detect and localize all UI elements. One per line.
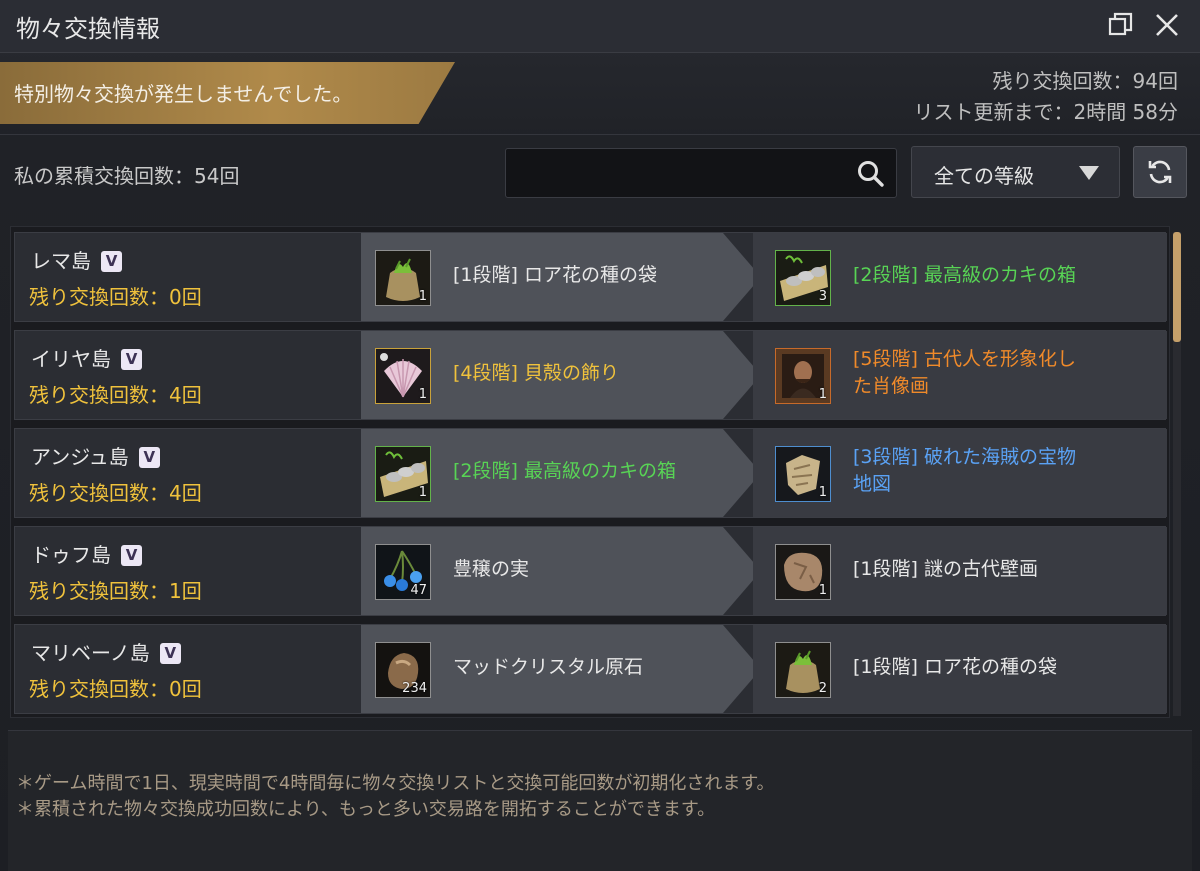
exchange-stats: 残り交換回数：94回 リスト更新まで：2時間 58分 (913, 66, 1178, 128)
mural-stone-icon[interactable]: 1 (775, 544, 831, 600)
search-input[interactable] (505, 148, 897, 198)
trade-pair[interactable]: 1 [4段階] 貝殻の飾り 1 [5段階] 古代人を形象化し た肖像画 (361, 331, 1167, 419)
item-quantity: 1 (418, 485, 427, 500)
island-name: マリベーノ島 V (31, 637, 181, 666)
window-title: 物々交換情報 (16, 15, 160, 43)
scrollbar-thumb[interactable] (1173, 232, 1181, 342)
v-badge-icon: V (121, 349, 142, 370)
shell-ornament-icon[interactable]: 1 (375, 348, 431, 404)
restore-window-icon[interactable] (1103, 8, 1137, 42)
get-item-name: [1段階] ロア花の種の袋 (853, 656, 1057, 678)
accumulated-exchanges: 私の累積交換回数：54回 (14, 164, 240, 188)
notes-panel: ＊ゲーム時間で1日、現実時間で4時間毎に物々交換リストと交換可能回数が初期化され… (8, 730, 1192, 871)
item-quantity: 47 (410, 583, 427, 598)
grade-filter-label: 全ての等級 (934, 164, 1034, 188)
barter-row[interactable]: イリヤ島 V 残り交換回数：4回 1 [4段階] 貝殻の飾り 1 [5段階] 古代… (14, 330, 1167, 420)
island-remaining: 残り交換回数：0回 (29, 677, 202, 701)
oyster-box-icon[interactable]: 3 (775, 250, 831, 306)
barter-row[interactable]: アンジュ島 V 残り交換回数：4回 1 [2段階] 最高級のカキの箱 1 [3段階… (14, 428, 1167, 518)
barter-row[interactable]: レマ島 V 残り交換回数：0回 1 [1段階] ロア花の種の袋 3 [2段階] 最… (14, 232, 1167, 322)
barter-row[interactable]: ドゥフ島 V 残り交換回数：1回 47 豊穣の実 1 [1段階] 謎の古代壁画 (14, 526, 1167, 616)
island-name: ドゥフ島 V (31, 539, 142, 568)
give-item-name: [1段階] ロア花の種の袋 (453, 264, 657, 286)
island-remaining: 残り交換回数：1回 (29, 579, 202, 603)
barter-info-window: 物々交換情報 特別物々交換が発生しませんでした。 残り交換回数：94回 リスト更… (0, 0, 1200, 871)
item-quantity: 1 (418, 289, 427, 304)
item-quantity: 1 (818, 583, 827, 598)
get-item-name: [5段階] 古代人を形象化し た肖像画 (853, 348, 1076, 397)
treasure-map-icon[interactable]: 1 (775, 446, 831, 502)
give-item-name: 豊穣の実 (453, 558, 530, 580)
v-badge-icon: V (159, 643, 181, 664)
barter-row[interactable]: マリベーノ島 V 残り交換回数：0回 234 マッドクリスタル原石 2 [1段階]… (14, 624, 1167, 714)
list-scrollbar[interactable] (1173, 232, 1181, 716)
list-refresh-timer: リスト更新まで：2時間 58分 (913, 100, 1178, 124)
island-name: イリヤ島 V (31, 343, 142, 372)
v-badge-icon: V (138, 447, 160, 468)
search-icon[interactable] (856, 159, 886, 189)
trade-pair[interactable]: 234 マッドクリスタル原石 2 [1段階] ロア花の種の袋 (361, 625, 1167, 713)
item-quantity: 2 (818, 681, 827, 696)
refresh-icon (1148, 160, 1172, 184)
get-item-name: [3段階] 破れた海賊の宝物 地図 (853, 446, 1076, 495)
give-item-name: [4段階] 貝殻の飾り (453, 362, 619, 384)
special-barter-banner: 特別物々交換が発生しませんでした。 (0, 62, 455, 124)
refresh-button[interactable] (1133, 146, 1187, 198)
grade-filter-dropdown[interactable]: 全ての等級 (911, 146, 1120, 198)
note-line: ＊累積された物々交換成功回数により、もっと多い交易路を開拓することができます。 (16, 799, 716, 820)
v-badge-icon: V (121, 545, 142, 566)
crystal-ore-icon[interactable]: 234 (375, 642, 431, 698)
give-item-name: [2段階] 最高級のカキの箱 (453, 460, 676, 482)
chevron-down-icon (1079, 166, 1099, 180)
island-remaining: 残り交換回数：4回 (29, 481, 202, 505)
island-remaining: 残り交換回数：0回 (29, 285, 202, 309)
oyster-box-icon[interactable]: 1 (375, 446, 431, 502)
fruit-icon[interactable]: 47 (375, 544, 431, 600)
trade-pair[interactable]: 1 [1段階] ロア花の種の袋 3 [2段階] 最高級のカキの箱 (361, 233, 1167, 321)
island-name: アンジュ島 V (31, 441, 160, 470)
note-line: ＊ゲーム時間で1日、現実時間で4時間毎に物々交換リストと交換可能回数が初期化され… (16, 773, 775, 794)
trade-pair[interactable]: 47 豊穣の実 1 [1段階] 謎の古代壁画 (361, 527, 1167, 615)
title-bar: 物々交換情報 (0, 0, 1200, 53)
item-quantity: 234 (402, 681, 427, 696)
give-item-name: マッドクリスタル原石 (453, 656, 644, 678)
portrait-icon[interactable]: 1 (775, 348, 831, 404)
seed-bag-icon[interactable]: 1 (375, 250, 431, 306)
item-quantity: 1 (818, 485, 827, 500)
trade-pair[interactable]: 1 [2段階] 最高級のカキの箱 1 [3段階] 破れた海賊の宝物 地図 (361, 429, 1167, 517)
close-icon[interactable] (1150, 8, 1184, 42)
remaining-exchanges: 残り交換回数：94回 (992, 69, 1178, 93)
get-item-name: [1段階] 謎の古代壁画 (853, 558, 1038, 580)
island-remaining: 残り交換回数：4回 (29, 383, 202, 407)
seed-bag-icon[interactable]: 2 (775, 642, 831, 698)
island-name: レマ島 V (31, 245, 122, 274)
v-badge-icon: V (101, 251, 122, 272)
get-item-name: [2段階] 最高級のカキの箱 (853, 264, 1076, 286)
item-quantity: 1 (418, 387, 427, 402)
item-quantity: 1 (818, 387, 827, 402)
divider (0, 134, 1200, 135)
item-quantity: 3 (818, 289, 827, 304)
banner-text: 特別物々交換が発生しませんでした。 (14, 82, 353, 106)
